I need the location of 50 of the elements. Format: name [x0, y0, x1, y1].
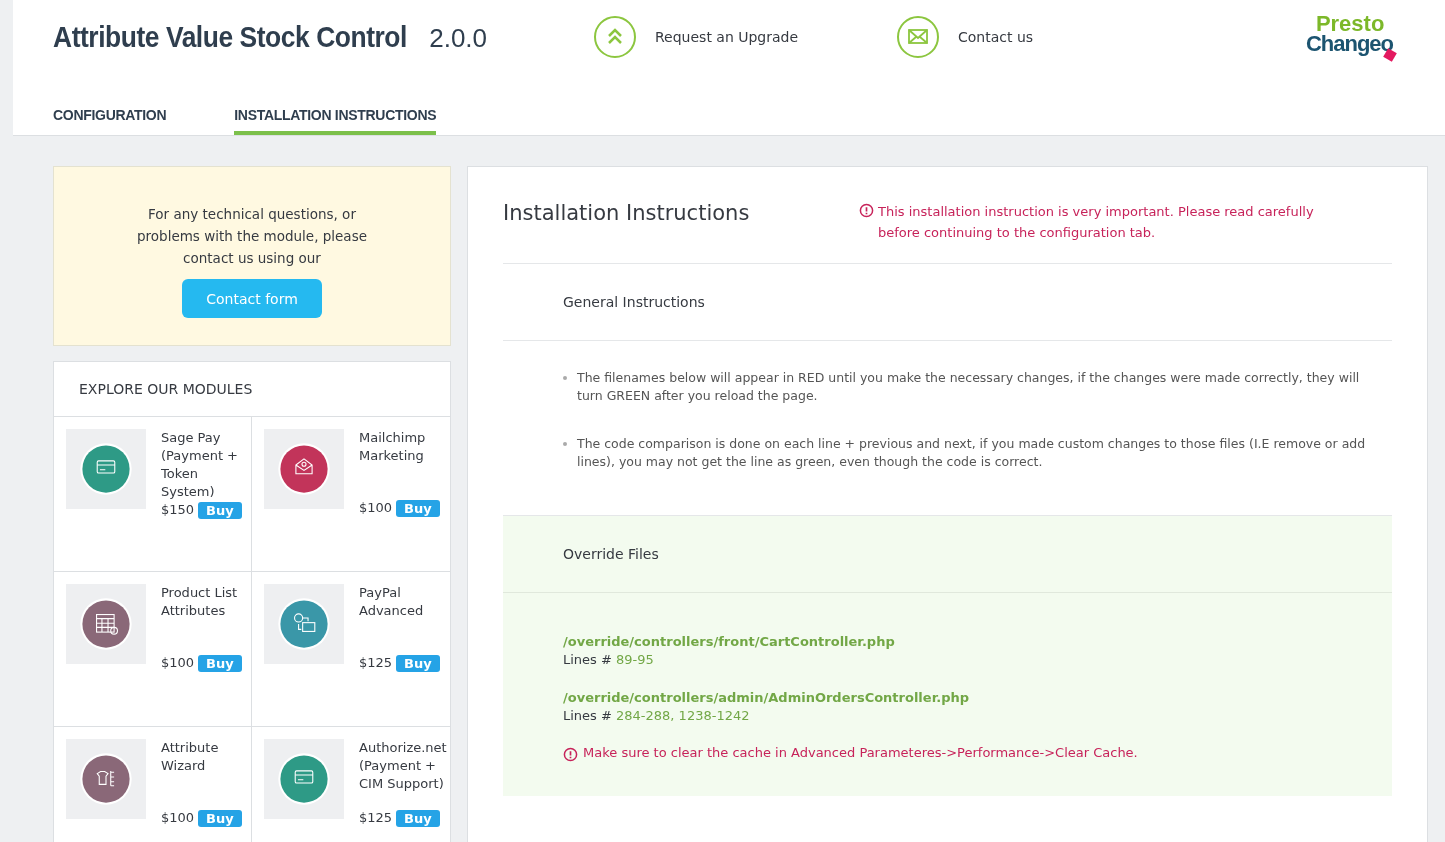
tab[interactable]: CONFIGURATION: [53, 107, 167, 135]
subsection-heading: General Instructions: [503, 264, 1392, 341]
module-icon: [79, 597, 133, 651]
support-text: For any technical questions, or problems with the module, please contact us using our: [136, 205, 368, 268]
header-link[interactable]: Contact us: [896, 15, 1199, 59]
file-path: /override/controllers/front/CartController.php: [563, 633, 896, 651]
buy-button[interactable]: Buy: [396, 499, 440, 517]
module-icon: [79, 752, 133, 806]
file-path: /override/controllers/admin/AdminOrdersController.php: [563, 689, 970, 707]
module-price: $150: [161, 501, 195, 519]
module-price: $100: [161, 654, 195, 672]
tab[interactable]: INSTALLATION INSTRUCTIONS: [234, 107, 437, 135]
buy-button[interactable]: Buy: [198, 501, 242, 519]
module-icon: [277, 597, 331, 651]
cache-note: Make sure to clear the cache in Advanced Parameteres->Performance->Clear Cache.: [583, 745, 1138, 760]
module-price: $125: [359, 654, 393, 672]
module-icon: [277, 442, 331, 496]
line-numbers: 284-288, 1238-1242: [616, 708, 750, 723]
instruction-text: The filenames below will appear in RED until you make the necessary changes, if the changes were made correctly, they will turn GREEN after you reload the page.: [577, 369, 1361, 405]
line-numbers: 89-95: [616, 652, 654, 667]
module-name: Product List Attributes: [161, 584, 239, 620]
warning-text: This installation instruction is very important. Please read carefully before continuing to the configuration tab.: [878, 203, 1315, 242]
module-name: Attribute Wizard: [161, 739, 220, 775]
lines-label: Lines #: [563, 652, 612, 667]
buy-button[interactable]: Buy: [198, 654, 242, 672]
module-title: Attribute Value Stock Control: [53, 20, 407, 54]
module-price: $100: [161, 809, 195, 827]
module-name: PayPal Advanced: [359, 584, 425, 620]
buy-button[interactable]: Buy: [198, 809, 242, 827]
modules-heading: EXPLORE OUR MODULES: [54, 362, 450, 417]
alert-icon: [563, 747, 578, 762]
version-number: 2.0.0: [429, 23, 488, 54]
module-name: Authorize.net (Payment + CIM Support): [359, 739, 448, 793]
section-title: Installation Instructions: [503, 201, 751, 227]
module-icon: [79, 442, 133, 496]
module-name: Mailchimp Marketing: [359, 429, 427, 465]
lines-label: Lines #: [563, 708, 612, 723]
module-price: $100: [359, 499, 393, 517]
instruction-text: The code comparison is done on each line + previous and next, if you made custom changes to those files (I.E remove or add lines), you may not get the line as green, even though the code is correct.: [577, 435, 1367, 471]
buy-button[interactable]: Buy: [396, 809, 440, 827]
module-icon: [277, 752, 331, 806]
subsection-heading: Override Files: [503, 516, 1392, 593]
envelope-icon: [896, 15, 940, 59]
buy-button[interactable]: Buy: [396, 654, 440, 672]
header-link[interactable]: Request an Upgrade: [593, 15, 896, 59]
double-chevron-icon: [593, 15, 637, 59]
module-name: Sage Pay (Payment + Token System): [161, 429, 239, 501]
module-price: $125: [359, 809, 393, 827]
contact-form-button[interactable]: Contact form: [182, 279, 322, 318]
alert-icon: [859, 203, 874, 218]
